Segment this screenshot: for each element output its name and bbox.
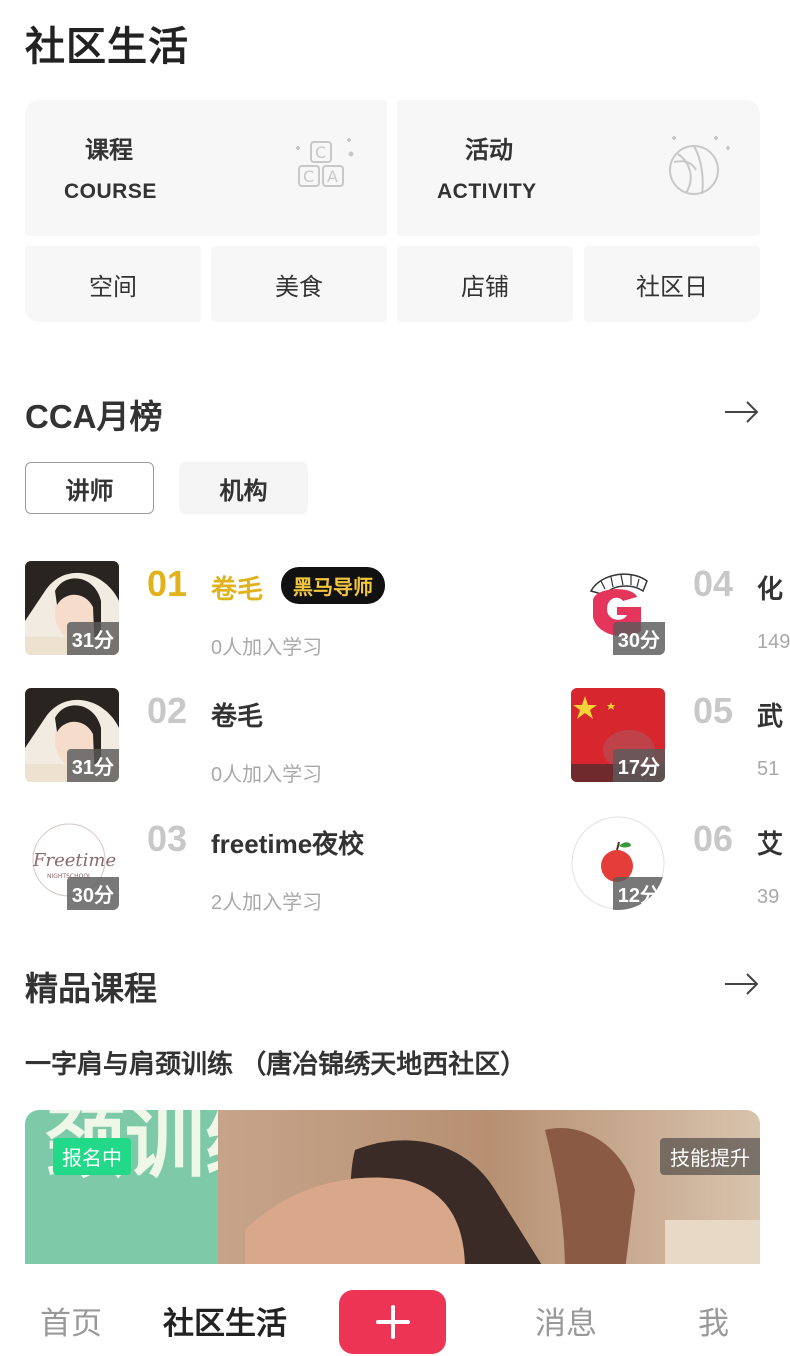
- food-card[interactable]: 美食: [211, 246, 387, 322]
- bottom-nav: 首页 社区生活 消息 我: [0, 1264, 790, 1356]
- rank-subtitle: 2人加入学习: [211, 892, 323, 914]
- avatar: 12分: [571, 816, 665, 910]
- nav-home[interactable]: 首页: [40, 1298, 102, 1343]
- rank-item[interactable]: Freetime NIGHTSCHOOL 30分 03 freetime夜校 2…: [25, 816, 525, 914]
- add-button[interactable]: [339, 1290, 446, 1354]
- course-card[interactable]: 课程 COURSE C C A: [25, 100, 387, 236]
- arrow-right-icon[interactable]: [724, 972, 760, 996]
- ball-icon: [669, 136, 730, 195]
- freetime-logo-text: Freetime: [32, 850, 116, 871]
- rank-item[interactable]: 12分 06 艾 39: [571, 816, 790, 912]
- rank-number: 01: [147, 563, 188, 604]
- page-title: 社区生活: [25, 25, 189, 69]
- activity-label-en: ACTIVITY: [437, 180, 537, 203]
- course-label: 课程: [85, 137, 133, 164]
- rank-subtitle: 149: [757, 631, 790, 653]
- activity-label: 活动: [465, 137, 513, 164]
- avatar: 30分: [571, 561, 665, 655]
- mentor-badge: 黑马导师: [281, 567, 385, 604]
- course-title[interactable]: 一字肩与肩颈训练 （唐冶锦绣天地西社区）: [25, 1044, 526, 1081]
- course-image[interactable]: 颈训练 报名中 技能提升: [25, 1110, 760, 1270]
- plus-icon: [375, 1305, 410, 1339]
- ranking-title: CCA月榜: [25, 398, 163, 435]
- avatar: Freetime NIGHTSCHOOL 30分: [25, 816, 119, 910]
- rank-subtitle: 39: [757, 886, 780, 908]
- svg-text:C: C: [315, 143, 326, 162]
- rank-number: 04: [693, 563, 734, 604]
- rank-subtitle: 0人加入学习: [211, 764, 323, 786]
- rank-number: 03: [147, 818, 188, 859]
- rank-subtitle: 0人加入学习: [211, 637, 323, 659]
- rank-name: freetime夜校: [211, 829, 365, 859]
- rank-subtitle: 51: [757, 758, 780, 780]
- score-badge: 31分: [66, 622, 119, 655]
- rank-name: 化: [757, 574, 784, 604]
- community-day-card[interactable]: 社区日: [584, 246, 760, 322]
- score-badge: 12分: [612, 877, 665, 910]
- rank-item[interactable]: 30分 04 化 149: [571, 561, 790, 657]
- rank-number: 06: [693, 818, 734, 859]
- rank-name: 武: [757, 701, 784, 731]
- svg-text:C: C: [303, 167, 314, 186]
- featured-title: 精品课程: [25, 970, 157, 1007]
- rank-name: 卷毛: [211, 574, 264, 604]
- course-label-en: COURSE: [64, 180, 157, 203]
- rank-name: 卷毛: [211, 701, 264, 731]
- tab-lecturer[interactable]: 讲师: [25, 462, 154, 514]
- course-blocks-icon: C C A: [296, 138, 354, 187]
- svg-text:A: A: [327, 167, 338, 186]
- nav-messages[interactable]: 消息: [535, 1298, 597, 1343]
- avatar: 31分: [25, 688, 119, 782]
- avatar: 31分: [25, 561, 119, 655]
- score-badge: 31分: [66, 749, 119, 782]
- score-badge: 30分: [66, 877, 119, 910]
- rank-number: 05: [693, 690, 734, 731]
- score-badge: 30分: [612, 622, 665, 655]
- nav-me[interactable]: 我: [698, 1298, 729, 1343]
- space-card[interactable]: 空间: [25, 246, 201, 322]
- arrow-right-icon[interactable]: [724, 400, 760, 424]
- activity-card[interactable]: 活动 ACTIVITY: [397, 100, 760, 236]
- tab-institution[interactable]: 机构: [179, 462, 308, 514]
- rank-item[interactable]: 17分 05 武 51: [571, 688, 790, 784]
- status-badge: 报名中: [53, 1138, 131, 1175]
- shop-card[interactable]: 店铺: [397, 246, 573, 322]
- avatar: 17分: [571, 688, 665, 782]
- rank-item[interactable]: 31分 01 卷毛 黑马导师 0人加入学习: [25, 561, 525, 659]
- rank-number: 02: [147, 690, 188, 731]
- rank-name: 艾: [757, 829, 784, 859]
- nav-community[interactable]: 社区生活: [163, 1298, 287, 1343]
- score-badge: 17分: [612, 749, 665, 782]
- category-badge: 技能提升: [660, 1138, 760, 1175]
- rank-item[interactable]: 31分 02 卷毛 0人加入学习: [25, 688, 525, 786]
